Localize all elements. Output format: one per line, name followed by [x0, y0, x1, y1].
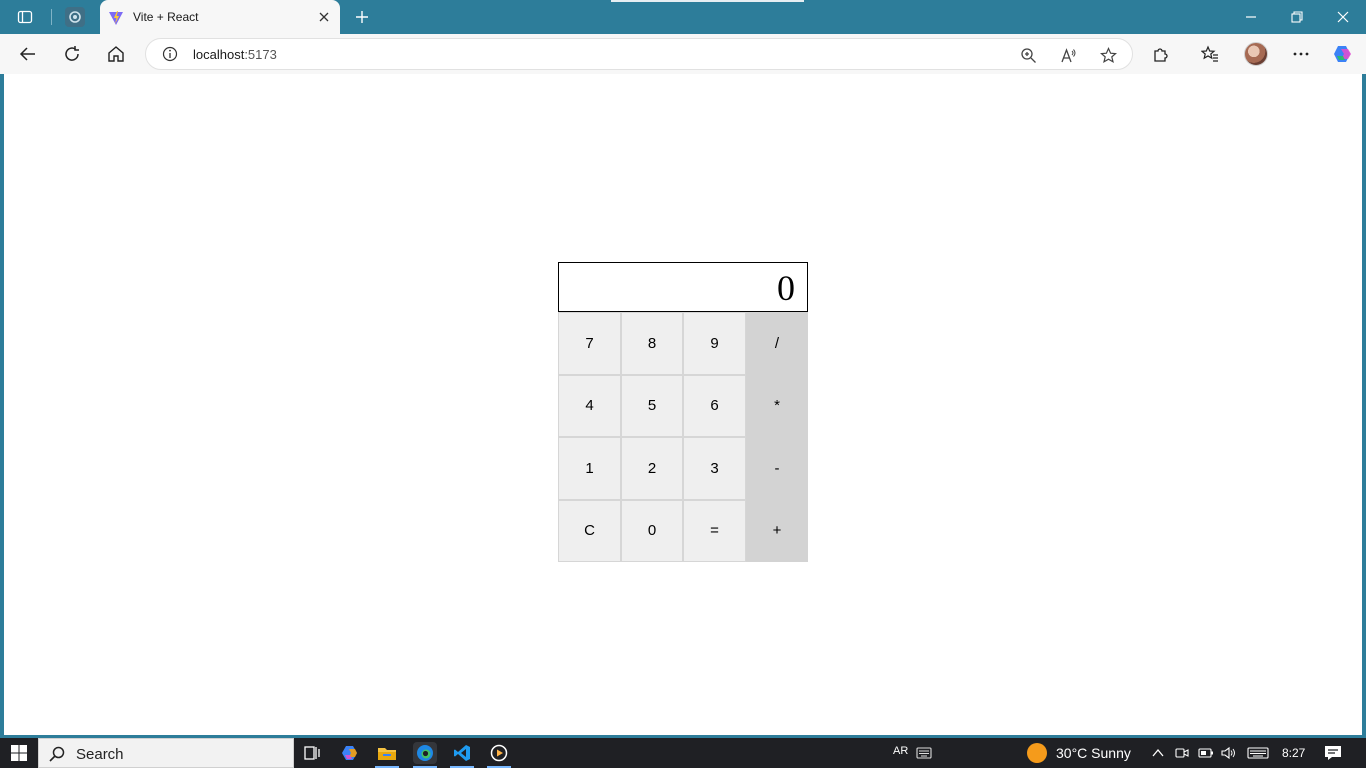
keyboard-layout-icon[interactable]	[1246, 742, 1270, 764]
address-bar[interactable]: localhost:5173	[145, 38, 1133, 70]
clock-time[interactable]: 8:27	[1282, 746, 1305, 760]
active-tab-title: Vite + React	[133, 10, 199, 24]
copilot-taskbar-icon[interactable]	[339, 742, 361, 764]
extensions-icon[interactable]	[1149, 42, 1173, 66]
calculator-display: 0	[558, 262, 808, 312]
weather-text[interactable]: 30°C Sunny	[1056, 745, 1131, 761]
key-7[interactable]: 7	[558, 312, 621, 375]
active-tab[interactable]: Vite + React	[100, 0, 340, 34]
weather-sun-icon[interactable]	[1027, 743, 1047, 763]
media-player-icon[interactable]	[488, 742, 510, 764]
copilot-icon[interactable]	[1331, 42, 1355, 66]
key-3[interactable]: 3	[683, 437, 746, 500]
volume-icon[interactable]	[1218, 742, 1240, 764]
refresh-icon[interactable]	[60, 42, 84, 66]
inactive-tab-favicon-icon[interactable]	[65, 7, 85, 27]
input-language[interactable]: AR	[893, 745, 908, 757]
meet-now-icon[interactable]	[1171, 742, 1193, 764]
key-clear[interactable]: C	[558, 499, 621, 562]
url-text[interactable]: localhost:5173	[193, 47, 277, 62]
favorites-icon[interactable]	[1198, 42, 1222, 66]
close-window-icon[interactable]	[1331, 6, 1355, 28]
url-port: :5173	[244, 47, 277, 62]
vscode-icon[interactable]	[451, 742, 473, 764]
search-icon	[49, 746, 65, 762]
key-multiply[interactable]: *	[746, 374, 808, 437]
browser-tab-bar: Vite + React	[0, 0, 1366, 34]
browser-toolbar: localhost:5173	[0, 34, 1366, 74]
taskbar-search-box[interactable]: Search	[38, 738, 294, 768]
page-viewport: 0 7 8 9 / 4 5 6 * 1 2 3 - C 0 = +	[4, 74, 1362, 735]
minimize-icon[interactable]	[1239, 6, 1263, 28]
notifications-icon[interactable]	[1322, 742, 1344, 764]
tab-actions-icon[interactable]	[14, 6, 36, 28]
read-aloud-icon[interactable]	[1057, 44, 1079, 66]
file-explorer-icon[interactable]	[376, 742, 398, 764]
windows-start-icon[interactable]	[8, 742, 30, 764]
show-hidden-icons-icon[interactable]	[1147, 742, 1169, 764]
search-label: Search	[76, 746, 124, 763]
key-2[interactable]: 2	[621, 437, 683, 500]
windows-taskbar: Search AR 30°C Sunny 8:27	[0, 738, 1366, 768]
calculator-keypad: 7 8 9 / 4 5 6 * 1 2 3 - C 0 = +	[558, 312, 808, 562]
vite-logo-icon	[109, 11, 123, 25]
key-9[interactable]: 9	[683, 312, 746, 375]
home-icon[interactable]	[104, 42, 128, 66]
key-6[interactable]: 6	[683, 374, 746, 437]
close-tab-icon[interactable]	[316, 9, 332, 25]
key-5[interactable]: 5	[621, 374, 683, 437]
url-host: localhost	[193, 47, 245, 62]
edge-browser-icon[interactable]	[413, 742, 437, 764]
key-4[interactable]: 4	[558, 374, 621, 437]
touch-keyboard-icon[interactable]	[913, 742, 935, 764]
key-equals[interactable]: =	[683, 499, 746, 562]
zoom-icon[interactable]	[1017, 44, 1039, 66]
drag-indicator	[611, 0, 804, 2]
back-icon[interactable]	[16, 42, 40, 66]
more-options-icon[interactable]	[1289, 42, 1313, 66]
battery-icon[interactable]	[1195, 742, 1217, 764]
key-divide[interactable]: /	[746, 312, 808, 375]
favorite-star-icon[interactable]	[1097, 44, 1119, 66]
site-info-icon[interactable]	[162, 46, 178, 62]
key-add[interactable]: +	[746, 499, 808, 562]
key-0[interactable]: 0	[621, 499, 683, 562]
tab-separator	[51, 9, 52, 25]
restore-icon[interactable]	[1285, 6, 1309, 28]
key-8[interactable]: 8	[621, 312, 683, 375]
key-1[interactable]: 1	[558, 437, 621, 500]
new-tab-icon[interactable]	[351, 6, 373, 28]
key-subtract[interactable]: -	[746, 437, 808, 500]
task-view-icon[interactable]	[301, 742, 323, 764]
profile-avatar[interactable]	[1244, 42, 1268, 66]
